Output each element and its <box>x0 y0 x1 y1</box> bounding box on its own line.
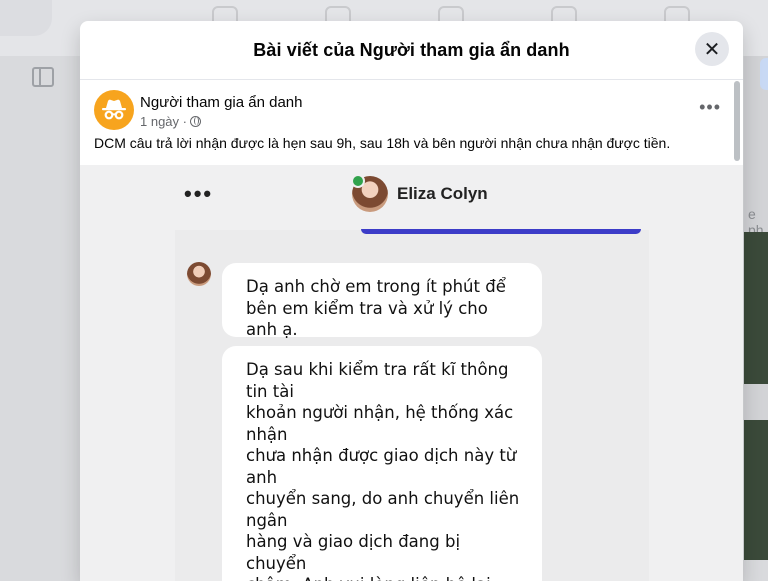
post-modal: Bài viết của Người tham gia ẩn danh ✕ Ng… <box>80 21 743 581</box>
close-button[interactable]: ✕ <box>695 32 729 66</box>
chat-menu-dots: ••• <box>184 181 214 206</box>
post-time[interactable]: 1 ngày · <box>140 114 187 129</box>
incognito-icon <box>102 99 126 120</box>
sidebar-toggle-icon <box>32 67 54 87</box>
post-text: DCM câu trả lời nhận được là hẹn sau 9h,… <box>94 135 671 151</box>
globe-icon <box>189 116 201 127</box>
anonymous-avatar[interactable] <box>94 90 134 130</box>
more-options-button[interactable]: ••• <box>699 98 721 116</box>
contact-name: Eliza Colyn <box>397 184 488 203</box>
chat-header: ••• Eliza Colyn <box>80 165 743 223</box>
online-status-dot <box>351 174 365 188</box>
background-thumbnail <box>744 232 768 384</box>
post-author[interactable]: Người tham gia ẩn danh <box>140 94 302 111</box>
post-header: Người tham gia ẩn danh 1 ngày · ••• <box>80 80 743 132</box>
message-bubble: Dạ sau khi kiểm tra rất kĩ thông tin tài… <box>222 346 542 581</box>
message-bubble: Dạ anh chờ em trong ít phút để bên em ki… <box>222 263 542 339</box>
previous-message-edge <box>361 229 641 234</box>
post-image[interactable]: ••• Eliza Colyn Dạ anh chờ em trong ít p… <box>80 165 743 581</box>
message-avatar <box>187 262 211 286</box>
modal-header: Bài viết của Người tham gia ẩn danh ✕ <box>80 21 743 80</box>
post-meta: 1 ngày · <box>140 114 201 129</box>
background-right-badge <box>760 58 768 90</box>
close-icon: ✕ <box>703 38 721 61</box>
background-search-pill <box>0 0 52 36</box>
modal-title: Bài viết của Người tham gia ẩn danh <box>253 39 570 60</box>
background-thumbnail <box>744 420 768 560</box>
